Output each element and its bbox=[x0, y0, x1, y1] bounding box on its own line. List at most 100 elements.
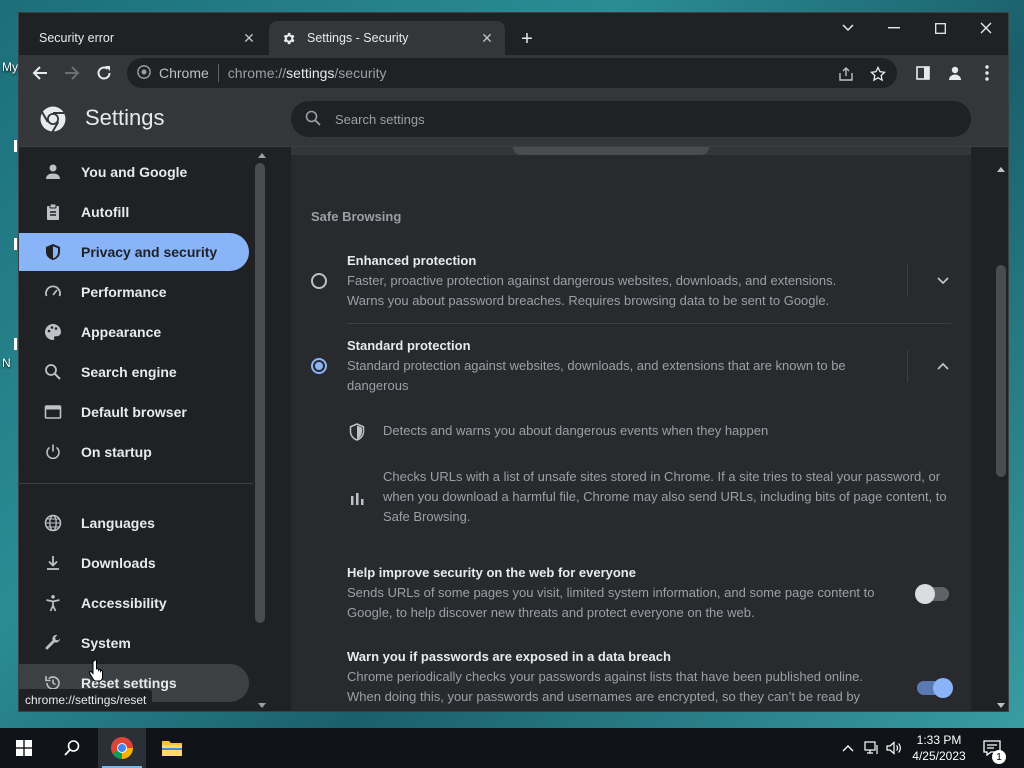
side-panel-icon[interactable] bbox=[913, 63, 933, 83]
desktop-icon-fragment bbox=[14, 338, 17, 350]
main-scrollbar-thumb[interactable] bbox=[996, 265, 1006, 477]
chrome-logo-icon bbox=[39, 105, 67, 133]
person-icon bbox=[41, 160, 65, 184]
sidebar-item-label: Downloads bbox=[81, 555, 156, 571]
clock-date: 4/25/2023 bbox=[912, 749, 966, 763]
speedometer-icon bbox=[41, 280, 65, 304]
section-title: Safe Browsing bbox=[311, 209, 402, 224]
toggle-knob bbox=[915, 584, 935, 604]
sidebar-item-accessibility[interactable]: Accessibility bbox=[19, 584, 249, 622]
omnibox-separator bbox=[217, 64, 219, 82]
chevron-down-icon[interactable] bbox=[933, 271, 953, 291]
minimize-button[interactable] bbox=[871, 13, 917, 43]
browser-icon bbox=[41, 400, 65, 424]
menu-kebab-icon[interactable] bbox=[977, 63, 997, 83]
sidebar-item-label: Accessibility bbox=[81, 595, 167, 611]
sidebar-item-label: Autofill bbox=[81, 204, 130, 220]
sidebar-item-label: Appearance bbox=[81, 324, 162, 340]
card-header-bar bbox=[513, 147, 709, 155]
password-breach-toggle[interactable] bbox=[917, 678, 953, 698]
start-button[interactable] bbox=[0, 728, 48, 768]
sidebar-item-on-startup[interactable]: On startup bbox=[19, 433, 249, 471]
detail-text: Detects and warns you about dangerous ev… bbox=[383, 423, 769, 438]
sidebar-item-search-engine[interactable]: Search engine bbox=[19, 353, 249, 391]
address-bar[interactable]: Chrome chrome://settings/security bbox=[127, 58, 897, 88]
link-status-tooltip: chrome://settings/reset bbox=[19, 689, 153, 711]
pref-description: Chrome periodically checks your password… bbox=[347, 669, 863, 711]
close-tab-icon[interactable]: ✕ bbox=[479, 30, 495, 46]
taskbar-chrome-button[interactable] bbox=[98, 728, 146, 768]
enhanced-protection-option[interactable]: Enhanced protection Faster, proactive pr… bbox=[311, 251, 951, 311]
new-tab-button[interactable]: + bbox=[515, 27, 539, 51]
sidebar-item-you-and-google[interactable]: You and Google bbox=[19, 153, 249, 191]
forward-button[interactable] bbox=[59, 60, 85, 86]
palette-icon bbox=[41, 320, 65, 344]
sidebar-item-privacy-and-security[interactable]: Privacy and security bbox=[19, 233, 249, 271]
sidebar-item-performance[interactable]: Performance bbox=[19, 273, 249, 311]
sidebar-item-label: Search engine bbox=[81, 364, 177, 380]
expand-separator bbox=[907, 350, 908, 382]
search-settings-input[interactable]: Search settings bbox=[291, 101, 971, 137]
option-title: Standard protection bbox=[347, 338, 471, 353]
bookmark-star-icon[interactable] bbox=[869, 65, 887, 83]
back-button[interactable] bbox=[27, 60, 53, 86]
reload-button[interactable] bbox=[91, 60, 117, 86]
scroll-down-arrow-icon[interactable] bbox=[996, 701, 1006, 709]
taskbar-clock[interactable]: 1:33 PM 4/25/2023 bbox=[904, 732, 974, 764]
sidebar-item-appearance[interactable]: Appearance bbox=[19, 313, 249, 351]
enhanced-protection-radio[interactable] bbox=[311, 273, 327, 289]
chevron-up-icon[interactable] bbox=[838, 738, 858, 758]
option-title: Enhanced protection bbox=[347, 253, 477, 268]
tab-settings-security[interactable]: Settings - Security ✕ bbox=[269, 21, 505, 55]
sidebar-item-languages[interactable]: Languages bbox=[19, 504, 249, 542]
standard-protection-option[interactable]: Standard protection Standard protection … bbox=[311, 336, 951, 396]
taskbar-file-explorer-button[interactable] bbox=[148, 728, 196, 768]
volume-icon[interactable] bbox=[884, 738, 904, 758]
shield-icon bbox=[347, 422, 367, 442]
chevron-up-icon[interactable] bbox=[933, 356, 953, 376]
profile-avatar-icon[interactable] bbox=[945, 63, 965, 83]
taskbar-search-button[interactable] bbox=[48, 728, 96, 768]
scroll-up-arrow-icon[interactable] bbox=[257, 151, 267, 159]
sidebar-divider bbox=[19, 483, 253, 484]
sidebar-item-label: Performance bbox=[81, 284, 167, 300]
page-title: Settings bbox=[85, 105, 165, 130]
chrome-window: Security error ✕ Settings - Security ✕ + bbox=[18, 12, 1009, 712]
desktop-icon-label: My bbox=[2, 60, 18, 74]
settings-header: Settings Search settings bbox=[19, 91, 1008, 147]
help-improve-toggle[interactable] bbox=[915, 584, 949, 604]
globe-icon bbox=[41, 511, 65, 535]
pref-description: Sends URLs of some pages you visit, limi… bbox=[347, 585, 875, 620]
detail-text: Checks URLs with a list of unsafe sites … bbox=[383, 469, 947, 524]
sidebar-item-autofill[interactable]: Autofill bbox=[19, 193, 249, 231]
sidebar-scrollbar-thumb[interactable] bbox=[255, 163, 265, 623]
sidebar-item-default-browser[interactable]: Default browser bbox=[19, 393, 249, 431]
standard-protection-radio[interactable] bbox=[311, 358, 327, 374]
option-divider bbox=[347, 323, 951, 324]
network-icon[interactable] bbox=[862, 738, 882, 758]
browser-toolbar: Chrome chrome://settings/security bbox=[19, 55, 1008, 91]
share-icon[interactable] bbox=[837, 65, 855, 83]
scroll-up-arrow-icon[interactable] bbox=[996, 165, 1006, 173]
scroll-down-arrow-icon[interactable] bbox=[257, 701, 267, 709]
notification-count-badge: 1 bbox=[992, 750, 1006, 764]
sidebar-item-label: Languages bbox=[81, 515, 155, 531]
tab-security-error[interactable]: Security error ✕ bbox=[27, 21, 267, 55]
safe-browsing-card: Safe Browsing Enhanced protection Faster… bbox=[291, 147, 971, 711]
option-description: Standard protection against websites, do… bbox=[347, 358, 846, 393]
maximize-button[interactable] bbox=[917, 13, 963, 43]
toggle-knob bbox=[933, 678, 953, 698]
settings-sidebar: You and Google Autofill Privacy and secu… bbox=[19, 147, 269, 711]
close-window-button[interactable] bbox=[963, 13, 1008, 43]
sidebar-item-system[interactable]: System bbox=[19, 624, 249, 662]
mouse-cursor-icon bbox=[88, 659, 104, 682]
search-placeholder: Search settings bbox=[335, 111, 425, 127]
tab-search-icon[interactable] bbox=[825, 13, 871, 43]
accessibility-icon bbox=[41, 591, 65, 615]
windows-taskbar: 1:33 PM 4/25/2023 1 bbox=[0, 728, 1024, 768]
sidebar-item-label: You and Google bbox=[81, 164, 188, 180]
sidebar-item-downloads[interactable]: Downloads bbox=[19, 544, 249, 582]
desktop-icon-fragment bbox=[14, 140, 17, 152]
close-tab-icon[interactable]: ✕ bbox=[241, 30, 257, 46]
option-description: Faster, proactive protection against dan… bbox=[347, 273, 837, 308]
